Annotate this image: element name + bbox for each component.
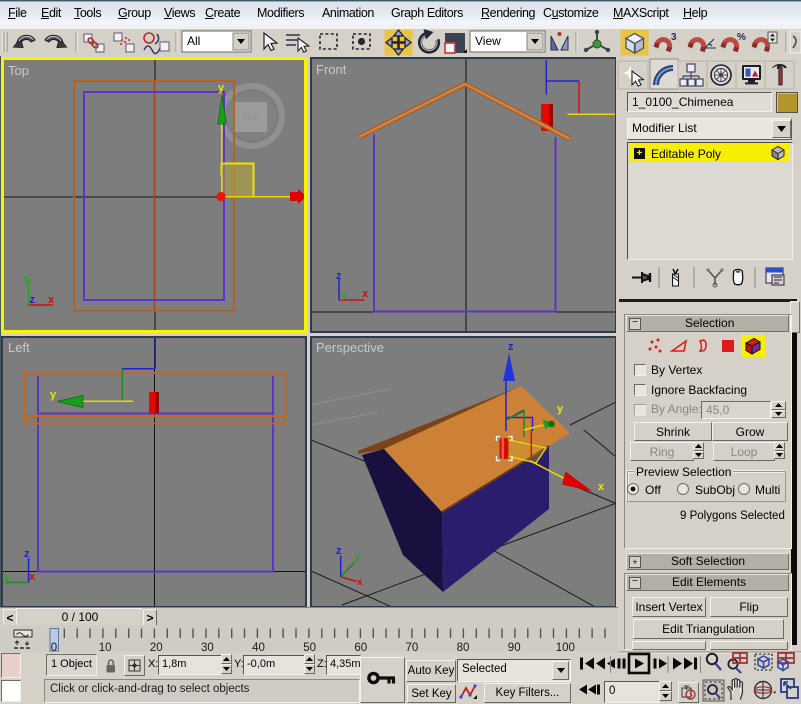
- svg-text:Front: Front: [316, 62, 347, 77]
- svg-text:x: x: [48, 294, 55, 306]
- svg-text:z: z: [336, 545, 342, 557]
- svg-text:y: y: [341, 290, 347, 301]
- svg-text:y: y: [4, 571, 11, 583]
- svg-text:y: y: [24, 273, 31, 285]
- svg-text:z: z: [508, 341, 514, 353]
- svg-text:TOP: TOP: [243, 113, 259, 122]
- svg-text:Left: Left: [8, 340, 30, 355]
- svg-text:x: x: [357, 577, 363, 588]
- svg-text:3: 3: [671, 32, 677, 43]
- svg-text:y: y: [557, 403, 564, 415]
- svg-text:Top: Top: [8, 63, 29, 78]
- svg-text:View: View: [475, 34, 501, 48]
- svg-text:y: y: [355, 552, 361, 563]
- svg-text:x: x: [598, 481, 605, 493]
- svg-text:Perspective: Perspective: [316, 340, 384, 355]
- svg-text:x: x: [362, 288, 369, 300]
- svg-text:y: y: [218, 82, 225, 94]
- svg-text:%: %: [737, 32, 746, 43]
- svg-text:y: y: [50, 389, 57, 401]
- svg-text:All: All: [187, 34, 200, 48]
- svg-text:z: z: [30, 294, 36, 306]
- svg-text:x: x: [29, 571, 36, 583]
